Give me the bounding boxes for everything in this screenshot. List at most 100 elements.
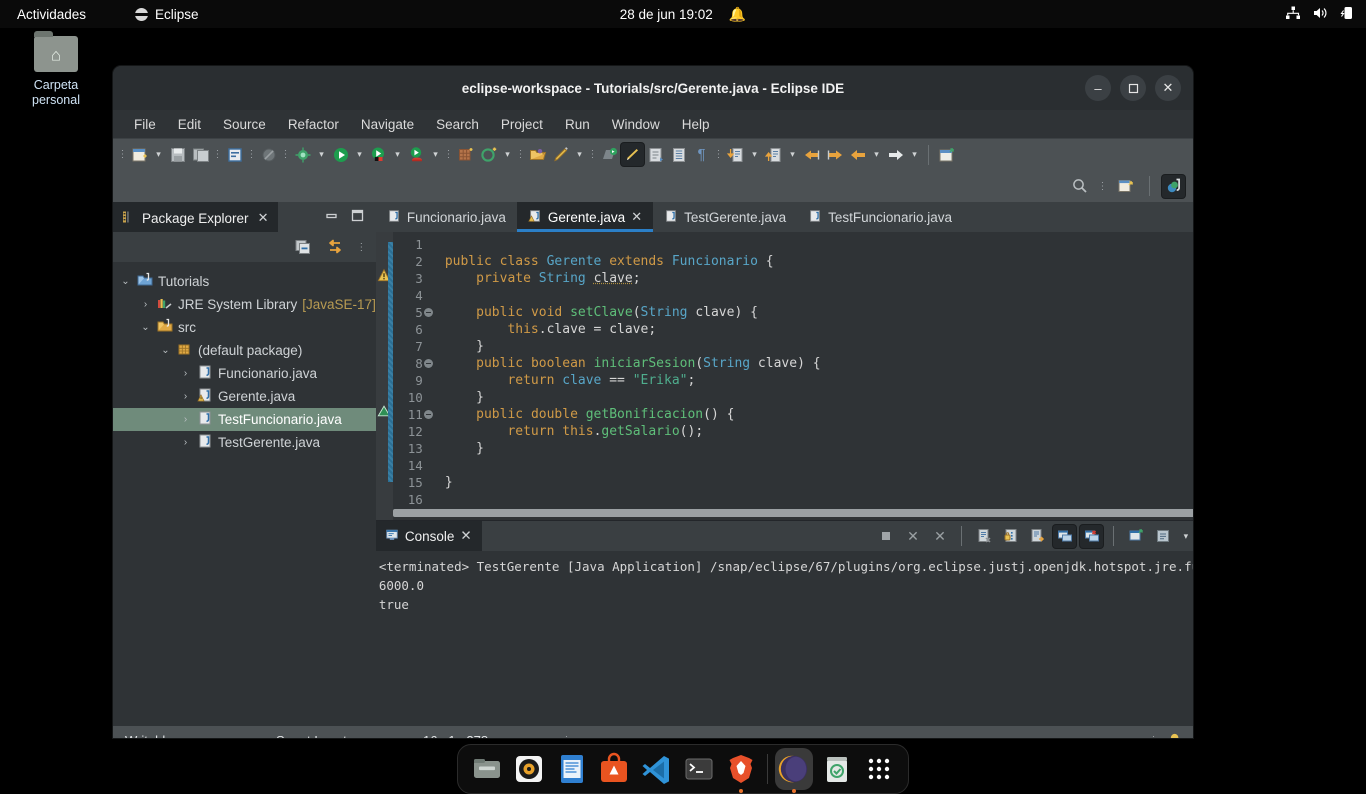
twisty-icon[interactable]: ⌄ [159, 345, 172, 356]
dock-item-trash[interactable] [817, 748, 855, 790]
close-icon[interactable]: ✕ [460, 528, 471, 544]
dock-item-vscode[interactable] [637, 748, 675, 790]
next-annotation-icon[interactable] [724, 143, 747, 166]
new-annotation-dropdown[interactable]: ▾ [500, 149, 515, 160]
menu-search[interactable]: Search [425, 114, 490, 135]
debug-dropdown[interactable]: ▾ [314, 149, 329, 160]
last-edit-location-icon[interactable] [800, 143, 823, 166]
maximize-view-icon[interactable] [351, 209, 364, 225]
tree-item-src[interactable]: ⌄ src [113, 316, 376, 339]
dock-item-show-applications[interactable] [860, 748, 898, 790]
menu-help[interactable]: Help [671, 114, 721, 135]
external-tools-dropdown[interactable]: ▾ [428, 149, 443, 160]
new-wizard-icon[interactable] [128, 143, 151, 166]
twisty-icon[interactable]: › [139, 299, 152, 310]
menu-file[interactable]: File [123, 114, 167, 135]
dock-item-terminal[interactable] [680, 748, 718, 790]
menu-window[interactable]: Window [601, 114, 671, 135]
activities-button[interactable]: Actividades [17, 7, 86, 22]
console-output[interactable]: <terminated> TestGerente [Java Applicati… [375, 551, 1193, 726]
open-task-icon[interactable] [598, 143, 621, 166]
clock-area[interactable]: 28 de jun 19:02 🔔 [620, 6, 747, 23]
new-java-class-icon[interactable] [223, 143, 246, 166]
menu-navigate[interactable]: Navigate [350, 114, 425, 135]
fold-marker-line11[interactable] [423, 406, 435, 423]
forward-icon[interactable] [884, 143, 907, 166]
twisty-icon[interactable]: › [179, 368, 192, 379]
lock-scroll-icon[interactable] [999, 525, 1022, 548]
collapse-all-icon[interactable] [292, 236, 315, 259]
dock-item-eclipse[interactable] [775, 748, 814, 790]
coverage-icon[interactable] [367, 143, 390, 166]
show-console-on-output-icon[interactable] [1053, 524, 1077, 548]
terminate-icon[interactable] [874, 525, 897, 548]
notification-bell-icon[interactable]: 🔔 [729, 6, 746, 23]
tab-funcionario-java[interactable]: Funcionario.java [376, 202, 517, 232]
back-icon[interactable] [846, 143, 869, 166]
close-icon[interactable]: ✕ [258, 210, 269, 226]
remove-launch-icon[interactable]: ✕ [901, 525, 924, 548]
back-dropdown[interactable]: ▾ [869, 149, 884, 160]
menu-run[interactable]: Run [554, 114, 601, 135]
dock-item-ubuntu-software[interactable] [595, 748, 633, 790]
tree-item-gerente-java[interactable]: › Gerente.java [113, 385, 376, 408]
tab-testgerente-java[interactable]: TestGerente.java [653, 202, 797, 232]
block-selection-icon[interactable] [667, 143, 690, 166]
display-selected-console-dropdown[interactable]: ▾ [1178, 531, 1193, 542]
fold-marker-line8[interactable] [423, 355, 435, 372]
new-editor-icon[interactable] [935, 143, 958, 166]
highlight-pen-dropdown[interactable]: ▾ [572, 149, 587, 160]
twisty-icon[interactable]: › [179, 414, 192, 425]
dock-item-rhythmbox[interactable] [510, 748, 548, 790]
java-perspective-icon[interactable] [1162, 174, 1185, 198]
menu-refactor[interactable]: Refactor [277, 114, 350, 135]
tab-console[interactable]: Console ✕ [375, 521, 482, 551]
maximize-button[interactable] [1120, 75, 1146, 101]
minimize-button[interactable]: – [1085, 75, 1111, 101]
new-wizard-dropdown[interactable]: ▾ [151, 149, 166, 160]
tree-item-default-package[interactable]: ⌄ (default package) [113, 339, 376, 362]
tree-item-testgerente-java[interactable]: › TestGerente.java [113, 431, 376, 454]
open-perspective-icon[interactable] [1114, 175, 1137, 198]
menu-source[interactable]: Source [212, 114, 277, 135]
dock-item-libreoffice-writer[interactable] [553, 748, 591, 790]
quick-access-tip-icon[interactable] [1168, 731, 1183, 738]
status-overflow-icon[interactable]: ⋮ [561, 735, 572, 738]
twisty-icon[interactable]: ⌄ [119, 276, 132, 287]
source-code[interactable]: public class Gerente extends Funcionario… [437, 232, 1193, 520]
remove-all-launches-icon[interactable]: ✕ [928, 525, 951, 548]
menu-edit[interactable]: Edit [167, 114, 212, 135]
clear-console-icon[interactable] [972, 525, 995, 548]
scrollbar-thumb[interactable] [392, 509, 1193, 517]
tab-package-explorer[interactable]: Package Explorer ✕ [113, 202, 279, 232]
toolbar-drag-handle[interactable]: ⋮ [117, 150, 128, 160]
tree-item-testfuncionario-java[interactable]: › TestFuncionario.java [113, 408, 376, 431]
run-icon[interactable] [329, 143, 352, 166]
system-status-area[interactable] [1285, 5, 1355, 24]
menu-project[interactable]: Project [490, 114, 554, 135]
skip-all-breakpoints-icon[interactable] [257, 143, 280, 166]
next-annotation-dropdown[interactable]: ▾ [747, 149, 762, 160]
previous-annotation-dropdown[interactable]: ▾ [785, 149, 800, 160]
close-icon[interactable]: ✕ [631, 209, 642, 225]
view-menu-icon[interactable]: ⋮ [356, 242, 367, 252]
dock-item-files[interactable] [468, 748, 506, 790]
code-editor[interactable]: 1 2 3 4 5 6 7 8 9 10 11 12 13 14 15 16 p… [375, 232, 1193, 520]
toggle-mark-occurrences-icon[interactable] [621, 143, 644, 166]
close-button[interactable]: ✕ [1155, 75, 1181, 101]
save-icon[interactable] [166, 143, 189, 166]
twisty-icon[interactable]: › [179, 437, 192, 448]
twisty-icon[interactable]: › [179, 391, 192, 402]
tab-gerente-java[interactable]: Gerente.java ✕ [516, 202, 654, 232]
project-tree[interactable]: ⌄ Tutorials › JRE System Library [JavaSE… [113, 262, 376, 726]
open-console-icon[interactable] [1124, 525, 1147, 548]
editor-horizontal-scrollbar[interactable] [392, 507, 1193, 518]
perspective-menu-icon[interactable]: ⋮ [1097, 181, 1108, 191]
coverage-dropdown[interactable]: ▾ [390, 149, 405, 160]
new-java-project-icon[interactable] [454, 143, 477, 166]
debug-icon[interactable] [291, 143, 314, 166]
search-icon[interactable] [1068, 175, 1091, 198]
twisty-icon[interactable]: ⌄ [139, 322, 152, 333]
forward-edit-icon[interactable] [823, 143, 846, 166]
highlight-pen-icon[interactable] [549, 143, 572, 166]
